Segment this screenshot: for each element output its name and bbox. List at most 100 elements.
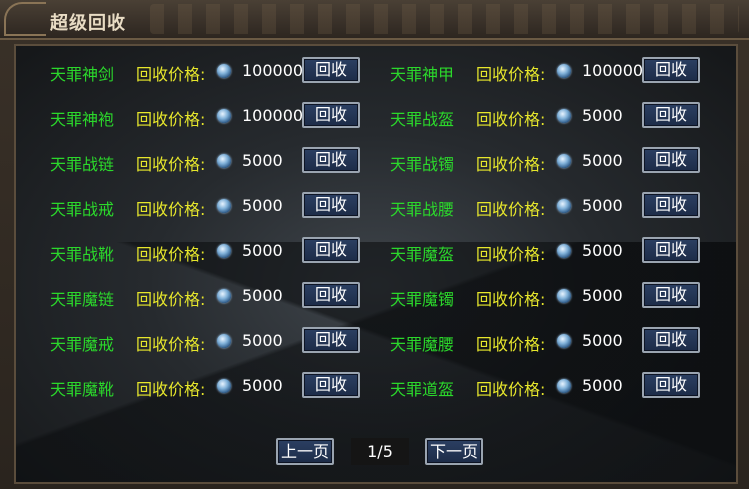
item-name: 天罪战腰 [390,200,455,219]
gem-icon [217,199,231,213]
gem-icon [557,379,571,393]
item-name: 天罪魔镯 [390,290,455,309]
recycle-button[interactable]: 回收 [302,147,360,173]
recycle-button[interactable]: 回收 [642,282,700,308]
gem-icon [557,199,571,213]
price-value: 5000 [582,151,623,170]
recycle-row: 天罪魔靴 回收价格: 5000 回收 [50,371,390,401]
recycle-button[interactable]: 回收 [642,57,700,83]
recycle-row: 天罪道盔 回收价格: 5000 回收 [390,371,730,401]
price-label: 回收价格: [136,155,206,174]
price-value: 5000 [582,286,623,305]
recycle-row: 天罪魔链 回收价格: 5000 回收 [50,281,390,311]
recycle-row: 天罪魔盔 回收价格: 5000 回收 [390,236,730,266]
recycle-row: 天罪魔镯 回收价格: 5000 回收 [390,281,730,311]
item-name: 天罪魔戒 [50,335,115,354]
price-value: 5000 [582,106,623,125]
recycle-button[interactable]: 回收 [302,57,360,83]
item-name: 天罪魔链 [50,290,115,309]
item-name: 天罪魔腰 [390,335,455,354]
price-value: 5000 [242,286,283,305]
recycle-button[interactable]: 回收 [302,237,360,263]
titlebar: 超级回收 [0,0,749,40]
price-label: 回收价格: [136,65,206,84]
window-title: 超级回收 [50,13,126,34]
recycle-row: 天罪战腰 回收价格: 5000 回收 [390,191,730,221]
gem-icon [557,109,571,123]
price-value: 5000 [582,376,623,395]
title-ornament [4,2,46,36]
recycle-row: 天罪魔戒 回收价格: 5000 回收 [50,326,390,356]
gem-icon [557,244,571,258]
gem-icon [217,334,231,348]
recycle-button[interactable]: 回收 [642,327,700,353]
price-value: 5000 [582,196,623,215]
price-value: 5000 [242,196,283,215]
item-name: 天罪魔靴 [50,380,115,399]
price-label: 回收价格: [476,155,546,174]
recycle-button[interactable]: 回收 [302,192,360,218]
recycle-button[interactable]: 回收 [642,102,700,128]
recycle-row: 天罪战链 回收价格: 5000 回收 [50,146,390,176]
item-name: 天罪神剑 [50,65,115,84]
item-name: 天罪神袍 [50,110,115,129]
price-value: 5000 [582,241,623,260]
recycle-button[interactable]: 回收 [642,192,700,218]
price-label: 回收价格: [136,380,206,399]
prev-page-button[interactable]: 上一页 [276,438,334,465]
price-label: 回收价格: [476,245,546,264]
item-name: 天罪战靴 [50,245,115,264]
price-value: 5000 [582,331,623,350]
gem-icon [557,334,571,348]
gem-icon [217,244,231,258]
item-name: 天罪神甲 [390,65,455,84]
title-pattern [150,4,739,34]
price-label: 回收价格: [476,335,546,354]
recycle-button[interactable]: 回收 [642,237,700,263]
price-label: 回收价格: [476,110,546,129]
price-label: 回收价格: [136,200,206,219]
item-name: 天罪战镯 [390,155,455,174]
gem-icon [557,64,571,78]
price-value: 100000 [242,106,304,125]
recycle-row: 天罪神袍 回收价格: 100000 回收 [50,101,390,131]
recycle-window: 超级回收 天罪神剑 回收价格: 100000 回收 天罪神袍 回收价格: 100000 回收天… [0,0,749,489]
recycle-button[interactable]: 回收 [302,102,360,128]
price-label: 回收价格: [136,110,206,129]
item-name: 天罪魔盔 [390,245,455,264]
price-label: 回收价格: [136,335,206,354]
item-name: 天罪战盔 [390,110,455,129]
recycle-button[interactable]: 回收 [302,327,360,353]
gem-icon [217,379,231,393]
price-value: 100000 [582,61,644,80]
item-name: 天罪战链 [50,155,115,174]
price-value: 5000 [242,376,283,395]
recycle-row: 天罪神甲 回收价格: 100000 回收 [390,56,730,86]
price-label: 回收价格: [476,290,546,309]
gem-icon [217,109,231,123]
price-label: 回收价格: [476,65,546,84]
recycle-button[interactable]: 回收 [302,282,360,308]
item-name: 天罪道盔 [390,380,455,399]
price-value: 5000 [242,151,283,170]
recycle-row: 天罪魔腰 回收价格: 5000 回收 [390,326,730,356]
recycle-button[interactable]: 回收 [642,372,700,398]
recycle-row: 天罪战靴 回收价格: 5000 回收 [50,236,390,266]
price-label: 回收价格: [476,380,546,399]
price-label: 回收价格: [476,200,546,219]
gem-icon [217,289,231,303]
item-name: 天罪战戒 [50,200,115,219]
recycle-button[interactable]: 回收 [302,372,360,398]
price-label: 回收价格: [136,290,206,309]
gem-icon [217,154,231,168]
recycle-row: 天罪战镯 回收价格: 5000 回收 [390,146,730,176]
recycle-row: 天罪战盔 回收价格: 5000 回收 [390,101,730,131]
price-label: 回收价格: [136,245,206,264]
recycle-row: 天罪战戒 回收价格: 5000 回收 [50,191,390,221]
recycle-button[interactable]: 回收 [642,147,700,173]
page-indicator: 1/5 [351,438,409,465]
gem-icon [217,64,231,78]
recycle-row: 天罪神剑 回收价格: 100000 回收 [50,56,390,86]
next-page-button[interactable]: 下一页 [425,438,483,465]
gem-icon [557,154,571,168]
